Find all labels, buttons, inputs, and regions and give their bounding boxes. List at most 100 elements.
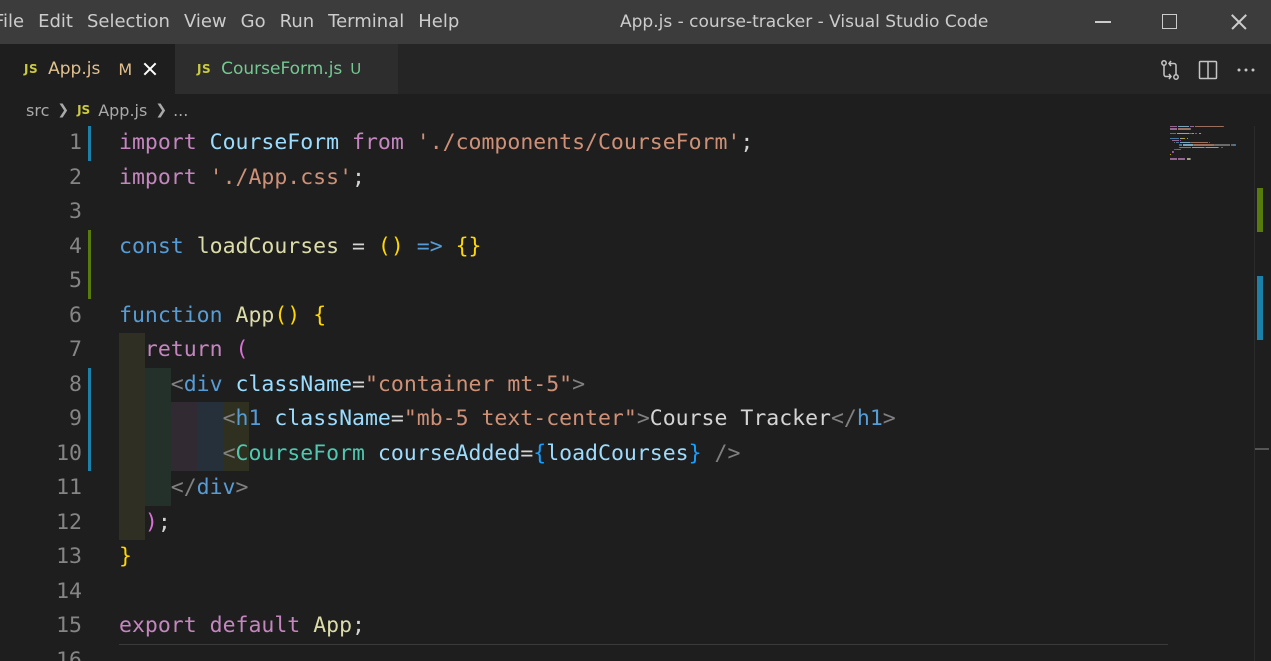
code-text: <div className="container mt-5">	[119, 368, 585, 403]
code-token: >	[235, 475, 249, 500]
more-actions-icon[interactable]	[1235, 59, 1255, 79]
git-change-marker[interactable]	[88, 367, 91, 402]
code-token: =>	[416, 233, 443, 259]
code-token: =	[390, 406, 404, 431]
code-line[interactable]: 7 return (	[0, 333, 1254, 368]
code-token: =	[520, 440, 534, 466]
scrollbar-thumb-line	[1255, 448, 1269, 450]
line-number: 5	[69, 268, 82, 293]
code-line[interactable]: 6 function App() {	[0, 299, 1254, 334]
chevron-right-icon: ❯	[155, 102, 168, 118]
code-line[interactable]: 14	[0, 575, 1254, 610]
menu-selection[interactable]: Selection	[87, 0, 184, 44]
code-line[interactable]: 2 import './App.css';	[0, 161, 1254, 196]
code-token: >	[636, 406, 650, 431]
code-token: <	[170, 371, 184, 397]
minimap-stroke	[1170, 137, 1179, 139]
code-line[interactable]: 16	[0, 644, 1254, 661]
git-change-marker[interactable]	[88, 402, 91, 437]
code-line[interactable]: 12 );	[0, 505, 1254, 540]
code-token: >	[882, 406, 896, 431]
tab-close-icon[interactable]	[142, 61, 158, 77]
git-change-marker[interactable]	[88, 264, 91, 299]
code-token: ;	[740, 130, 754, 155]
code-editor[interactable]: 1 import CourseForm from './components/Co…	[0, 126, 1254, 661]
code-line[interactable]: 10 <CourseForm courseAdded={loadCourses}…	[0, 436, 1254, 472]
code-line[interactable]: 11 </div>	[0, 471, 1254, 506]
code-token: loadCourses	[546, 440, 689, 466]
git-change-marker[interactable]	[88, 436, 91, 471]
maximize-icon[interactable]	[1135, 0, 1203, 44]
code-line[interactable]: 13}	[0, 540, 1254, 575]
code-line[interactable]: 9 <h1 className="mb-5 text-center">Cours…	[0, 402, 1254, 437]
line-number: 9	[69, 406, 82, 431]
minimap-stroke	[1179, 142, 1190, 144]
code-line[interactable]: 5	[0, 264, 1254, 299]
line-number: 14	[56, 578, 82, 604]
code-text: <CourseForm courseAdded={loadCourses} />	[119, 437, 741, 472]
tab-label: CourseForm.js	[221, 59, 343, 79]
minimap-stroke	[1218, 146, 1220, 149]
vertical-scrollbar[interactable]	[1254, 126, 1271, 661]
menu-view[interactable]: View	[184, 0, 241, 44]
minimap[interactable]	[1168, 126, 1254, 661]
code-line[interactable]: 8 <div className="container mt-5">	[0, 367, 1254, 403]
minimap-stroke	[1208, 142, 1210, 144]
code-token: =	[352, 371, 365, 397]
code-token: Course Tracker	[649, 406, 831, 431]
menu-run[interactable]: Run	[280, 0, 329, 44]
minimap-stroke	[1198, 132, 1201, 135]
js-file-icon: JS	[197, 62, 212, 76]
minimap-stroke	[1175, 142, 1179, 144]
menu-edit[interactable]: Edit	[38, 0, 87, 44]
code-token: {	[533, 440, 547, 466]
code-token: CourseForm	[209, 130, 340, 155]
menu-go[interactable]: Go	[241, 0, 280, 44]
tab-courseform-js[interactable]: JS CourseForm.js U	[175, 44, 398, 94]
code-line[interactable]: 1 import CourseForm from './components/Co…	[0, 126, 1254, 161]
minimap-stroke	[1179, 146, 1191, 149]
code-token: }	[119, 544, 132, 569]
code-line[interactable]: 3	[0, 195, 1254, 230]
menu-file[interactable]: File	[0, 0, 38, 44]
minimap-stroke	[1170, 158, 1177, 160]
code-token: ;	[157, 509, 171, 535]
window-controls	[1067, 0, 1271, 44]
menu-help[interactable]: Help	[418, 0, 473, 44]
menu-terminal[interactable]: Terminal	[328, 0, 418, 44]
close-window-icon[interactable]	[1203, 0, 1271, 44]
code-line[interactable]: 15 export default App;	[0, 609, 1254, 644]
code-text: import CourseForm from './components/Cou…	[119, 126, 753, 161]
code-text: return (	[119, 333, 249, 368]
modified-badge: M	[118, 59, 133, 79]
code-token: App	[235, 302, 275, 328]
open-changes-icon[interactable]	[1159, 59, 1179, 80]
git-change-marker[interactable]	[88, 126, 91, 161]
code-line[interactable]: 4 const loadCourses = () => {}	[0, 229, 1254, 264]
tab-app-js[interactable]: JS App.js M	[0, 44, 175, 94]
breadcrumb-symbols[interactable]: ...	[173, 101, 188, 120]
minimap-stroke	[1176, 132, 1189, 135]
code-token: }	[688, 440, 702, 466]
breadcrumb-folder[interactable]: src	[26, 101, 49, 120]
git-change-marker[interactable]	[88, 229, 91, 264]
minimap-stroke	[1170, 132, 1176, 135]
code-token: const	[119, 233, 184, 259]
code-token: =	[339, 233, 378, 259]
minimize-icon[interactable]	[1067, 0, 1135, 44]
minimap-stroke	[1190, 142, 1209, 144]
code-token: ()	[274, 302, 301, 328]
code-token: ;	[352, 164, 365, 190]
split-editor-icon[interactable]	[1197, 59, 1218, 80]
code-token: >	[572, 371, 586, 397]
breadcrumb-file[interactable]: App.js	[98, 101, 147, 120]
